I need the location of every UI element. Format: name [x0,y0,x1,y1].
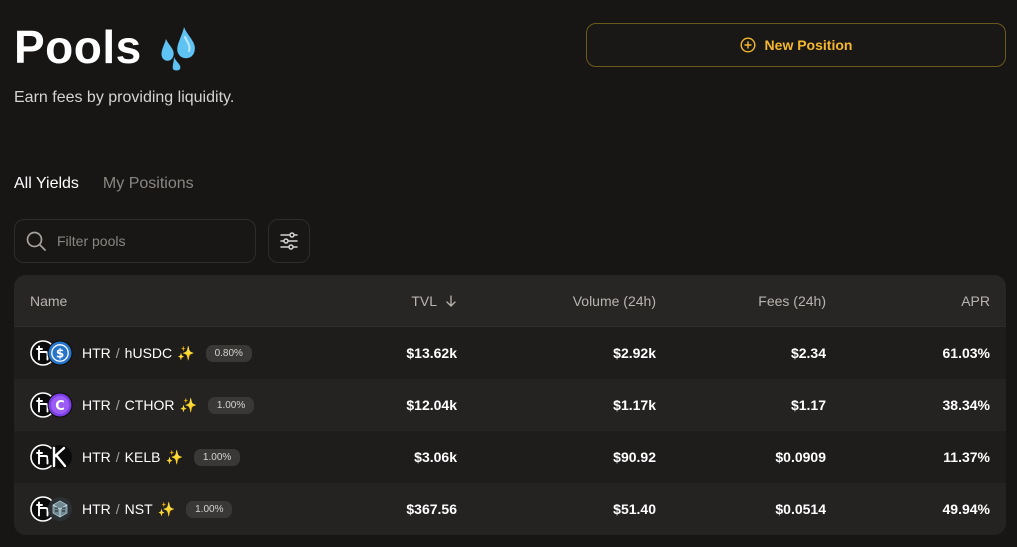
tvl-cell: $3.06k [414,449,457,465]
plus-circle-icon [740,37,756,53]
pair-separator: / [115,397,120,413]
token-b-symbol: hUSDC [124,345,173,361]
filter-pools-input[interactable] [57,233,227,249]
table-row[interactable]: HTR / KELB ✨ 1.00% $3.06k $90.92 $0.0909… [14,431,1006,483]
table-row[interactable]: C HTR / CTHOR ✨ 1.00% $12.04k $1.17k $1.… [14,379,1006,431]
token-pair-icons: C [30,392,74,418]
pair-separator: / [115,449,120,465]
pool-tabs: All Yields My Positions [14,175,194,193]
sparkles-icon: ✨ [179,396,197,413]
token-a-symbol: HTR [82,345,111,361]
token-a-symbol: HTR [82,449,111,465]
fees-cell: $0.0909 [775,449,826,465]
volume-cell: $90.92 [613,449,656,465]
search-box [14,219,256,263]
apr-cell: 49.94% [942,501,990,517]
pair-separator: / [115,345,120,361]
fee-tier-badge: 1.00% [186,500,233,518]
nst-token-icon [48,497,72,521]
token-pair-icons [30,444,74,470]
sparkles-icon: ✨ [157,500,176,517]
fee-tier-badge: 0.80% [205,344,252,362]
pools-table: Name TVL Volume (24h) Fees (24h) APR $ H… [14,275,1006,535]
volume-cell: $51.40 [613,501,656,517]
apr-cell: 11.37% [943,449,990,465]
sliders-icon [280,232,298,250]
token-pair-icons [30,496,74,522]
page-subtitle: Earn fees by providing liquidity. [14,89,235,106]
token-b-symbol: CTHOR [124,397,175,413]
apr-cell: 38.34% [942,397,990,413]
tvl-cell: $12.04k [406,397,457,413]
table-row[interactable]: HTR / NST ✨ 1.00% $367.56 $51.40 $0.0514… [14,483,1006,535]
fee-tier-badge: 1.00% [193,448,241,466]
tvl-cell: $367.56 [406,501,457,517]
new-position-label: New Position [764,37,853,53]
token-a-symbol: HTR [82,501,111,517]
sweat-droplets-icon [161,27,195,71]
table-header: Name TVL Volume (24h) Fees (24h) APR [14,275,1006,327]
header-apr[interactable]: APR [826,293,990,309]
search-icon [26,231,46,251]
tvl-cell: $13.62k [406,345,457,361]
apr-cell: 61.03% [942,345,990,361]
header-tvl[interactable]: TVL [274,293,457,309]
sparkles-icon: ✨ [177,344,195,361]
husdc-token-icon: $ [47,340,73,366]
fees-cell: $0.0514 [775,501,826,517]
filter-settings-button[interactable] [268,219,310,263]
volume-cell: $2.92k [613,345,656,361]
tab-my-positions[interactable]: My Positions [103,175,194,193]
sparkles-icon: ✨ [165,448,183,465]
fee-tier-badge: 1.00% [207,396,255,414]
page-title: Pools [14,20,202,74]
arrow-down-icon [446,294,456,307]
kelb-token-icon [48,445,72,469]
token-a-symbol: HTR [82,397,111,413]
token-pair-icons: $ [30,340,74,366]
new-position-button[interactable]: New Position [586,23,1006,67]
fees-cell: $2.34 [790,345,826,361]
pair-separator: / [115,501,120,517]
header-tvl-label: TVL [411,292,437,309]
page-title-text: Pools [14,21,142,73]
tab-all-yields[interactable]: All Yields [14,175,79,193]
fees-cell: $1.17 [790,397,826,413]
table-row[interactable]: $ HTR / hUSDC ✨ 0.80% $13.62k $2.92k $2.… [14,327,1006,379]
svg-text:$: $ [56,347,64,361]
token-b-symbol: NST [124,501,153,517]
header-fees[interactable]: Fees (24h) [656,293,826,309]
header-volume[interactable]: Volume (24h) [457,293,656,309]
volume-cell: $1.17k [613,397,656,413]
token-b-symbol: KELB [124,449,161,465]
cthor-token-icon: C [47,392,73,418]
header-name[interactable]: Name [14,293,274,309]
svg-text:C: C [55,399,65,414]
